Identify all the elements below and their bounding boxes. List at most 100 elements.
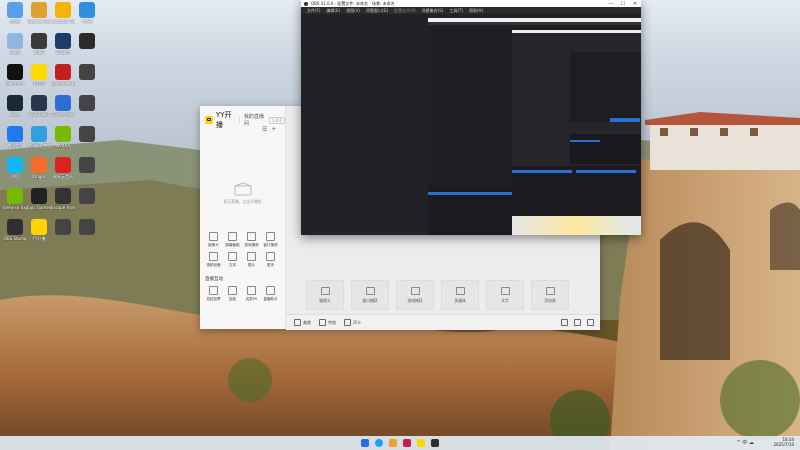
desktop-icon[interactable]: 腾讯会议 (4, 126, 26, 154)
desktop-icon[interactable]: 此电脑 (4, 2, 26, 30)
tool-window[interactable]: 窗口捕获 (261, 230, 280, 250)
minimize-button[interactable]: — (605, 1, 617, 7)
desktop-icon[interactable] (76, 64, 98, 92)
yy-version-badge: 1.0.0 (268, 116, 286, 124)
desktop-icon[interactable]: QQ (4, 157, 26, 185)
beauty-button[interactable]: 美颜 (294, 319, 311, 326)
desktop-icon[interactable]: PUBG (28, 33, 50, 61)
source-game-button[interactable]: 游戏捕获 (396, 280, 434, 310)
app-icon (55, 2, 71, 18)
soundcard-icon (344, 319, 351, 326)
desktop-icon[interactable]: Rockstar Games Launcher (51, 2, 75, 30)
obs-taskbar-icon[interactable] (431, 439, 439, 447)
soundcard-button[interactable]: 声卡 (344, 319, 361, 326)
camera-icon[interactable] (574, 319, 581, 326)
desktop-icon-label: 腾讯桌面整理 (27, 143, 51, 148)
app-icon (79, 157, 95, 173)
desktop-icon[interactable] (76, 157, 98, 185)
desktop-icon[interactable]: VALORANT (28, 95, 50, 123)
tool-screen[interactable]: 屏幕截取 (223, 230, 242, 250)
desktop-icon[interactable]: Wallpaper Engine (51, 64, 75, 92)
tool-image[interactable]: 图片 (242, 250, 261, 270)
menu-profile[interactable]: 配置文件(P) (394, 8, 416, 14)
obs-preview-canvas[interactable] (301, 14, 641, 235)
tool-more[interactable]: 更多 (261, 250, 280, 270)
desktop-icon[interactable]: NVIDIA (52, 126, 74, 154)
desktop-icon-label: OBS Studio (3, 236, 27, 241)
menu-tools[interactable]: 工具(T) (449, 8, 463, 14)
yy-taskbar-icon[interactable] (417, 439, 425, 447)
tool-row-1: 摄像头 屏幕截取 游戏捕获 窗口捕获 (204, 230, 280, 250)
tool-assistant[interactable]: 直播助手 (261, 284, 280, 304)
desktop-icon[interactable]: Origin (28, 157, 50, 185)
tool-text[interactable]: 文本 (223, 250, 242, 270)
desktop-icon[interactable]: Escape from Tarkov (51, 188, 75, 216)
settings-icon[interactable] (587, 319, 594, 326)
menu-scene-collection[interactable]: 场景集合(S) (422, 8, 444, 14)
app-icon (7, 188, 23, 204)
obs-title-bar[interactable]: OBS 31.0.0 - 配置文件: 未命名 - 场景: 未命名 — ☐ ✕ (301, 0, 641, 7)
menu-edit[interactable]: 编辑(E) (326, 8, 340, 14)
source-text-button[interactable]: 文字 (486, 280, 524, 310)
desktop-icon[interactable] (76, 219, 98, 247)
desktop-icon[interactable]: YY开播 (28, 219, 50, 247)
desktop-icon[interactable] (76, 33, 98, 61)
edge-icon[interactable] (375, 439, 383, 447)
source-media-button[interactable]: 多媒体 (441, 280, 479, 310)
obs-window[interactable]: OBS 31.0.0 - 配置文件: 未命名 - 场景: 未命名 — ☐ ✕ 文… (301, 0, 641, 235)
nested-scene-highlight (428, 192, 512, 195)
file-explorer-icon[interactable] (389, 439, 397, 447)
menu-view[interactable]: 视图(V) (346, 8, 360, 14)
desktop-icon[interactable] (52, 219, 74, 247)
source-add-button[interactable]: 添加源 (531, 280, 569, 310)
windows-start-icon[interactable] (361, 439, 369, 447)
desktop-icon[interactable]: 英雄联盟 (52, 33, 74, 61)
effects-button[interactable]: 特效 (319, 319, 336, 326)
desktop-icon[interactable] (76, 126, 98, 154)
desktop-icon[interactable]: 网易云音乐 (52, 157, 74, 185)
add-icon[interactable]: + (271, 126, 276, 133)
desktop-icon[interactable]: Epic Games (27, 188, 51, 216)
desktop-icon[interactable]: 英雄联盟WeGame版 (51, 95, 75, 123)
desktop-icon[interactable]: QQ音乐 (28, 64, 50, 92)
empty-text: 暂无直播，点击开播吧 (223, 199, 262, 204)
gift-icon (228, 286, 237, 295)
app-icon-red[interactable] (403, 439, 411, 447)
desktop-icon[interactable]: Steam (4, 95, 26, 123)
desktop-icon[interactable] (76, 95, 98, 123)
tool-vote[interactable]: 发起投票 (204, 284, 223, 304)
source-window-button[interactable]: 窗口捕获 (351, 280, 389, 310)
empty-scene-placeholder: 暂无直播，点击开播吧 (200, 182, 285, 205)
maximize-button[interactable]: ☐ (617, 1, 629, 7)
desktop-icon[interactable]: 回收站 (4, 33, 26, 61)
source-camera-button[interactable]: 摄像头 (306, 280, 344, 310)
app-icon (7, 2, 23, 18)
desktop-icon-label: Epic Games (27, 205, 51, 210)
tool-lottery[interactable]: 抽奖 (223, 284, 242, 304)
desktop-icon[interactable]: GeForce Experience (3, 188, 27, 216)
nested-desktop-strip (512, 216, 641, 235)
system-clock[interactable]: 18:34 2025/7/10 (773, 437, 794, 447)
desktop-icon[interactable]: OBS Studio (4, 219, 26, 247)
tool-game[interactable]: 游戏捕获 (242, 230, 261, 250)
desktop: 此电脑 Counter-Strike 2Rockstar Games Launch… (0, 0, 800, 450)
list-icon[interactable]: ☰ (262, 126, 267, 133)
desktop-icon[interactable]: Counter-Strike 2 (27, 2, 51, 30)
close-button[interactable]: ✕ (629, 1, 641, 7)
app-icon (7, 219, 23, 235)
menu-docks[interactable]: 停靠窗口(D) (366, 8, 388, 14)
tool-video-device[interactable]: 视频设备 (204, 250, 223, 270)
menu-help[interactable]: 帮助(H) (469, 8, 483, 14)
app-icon (79, 219, 95, 235)
desktop-icon[interactable]: 剪映专业版 (4, 64, 26, 92)
tool-camera[interactable]: 摄像头 (204, 230, 223, 250)
screen-icon[interactable] (561, 319, 568, 326)
source-button-row: 摄像头 窗口捕获 游戏捕获 多媒体 文字 添加源 (306, 280, 569, 310)
system-tray[interactable]: ^ 中 ☁ (737, 439, 754, 446)
app-icon (31, 95, 47, 111)
desktop-icon[interactable]: 腾讯桌面整理 (27, 126, 51, 154)
desktop-icon[interactable] (76, 188, 98, 216)
menu-file[interactable]: 文件(F) (307, 8, 320, 14)
desktop-icon[interactable]: 工作台 (76, 2, 98, 30)
tool-pk[interactable]: 连麦PK (242, 284, 261, 304)
